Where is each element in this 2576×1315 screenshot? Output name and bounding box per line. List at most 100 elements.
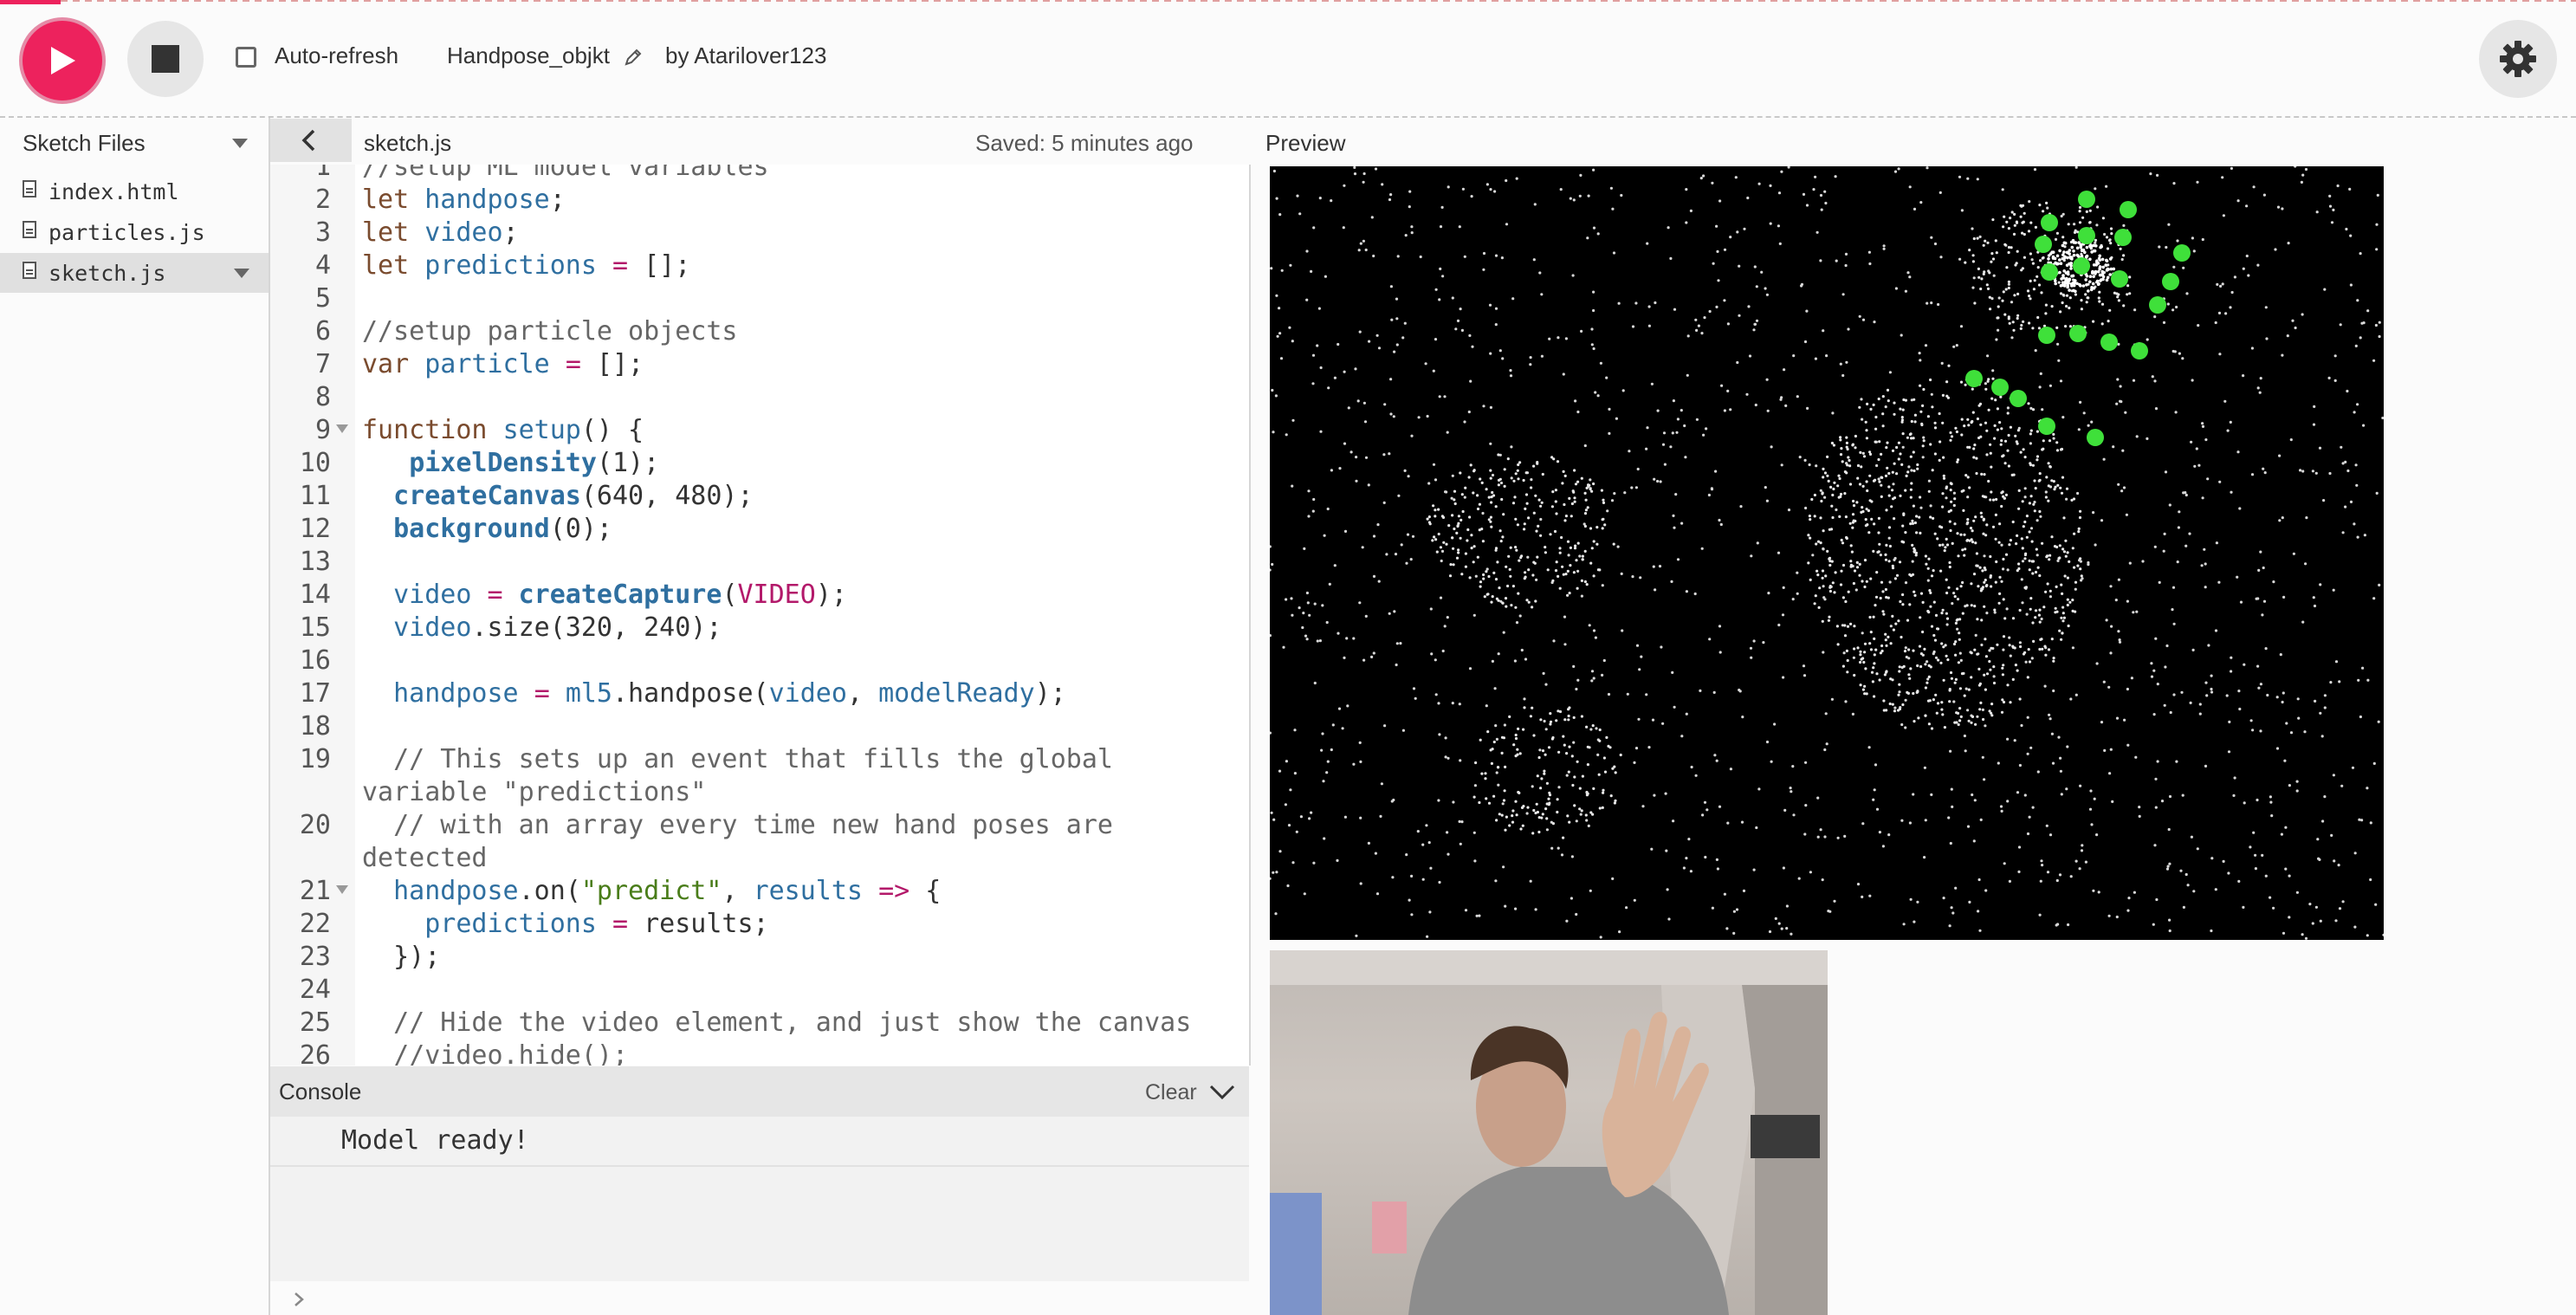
particle [1510, 445, 1513, 449]
particle [2182, 266, 2185, 269]
collapse-sidebar-button[interactable] [270, 119, 352, 162]
particle [1816, 835, 1820, 839]
particle [1958, 719, 1962, 722]
particle [1844, 599, 1848, 604]
particle [1403, 469, 1407, 472]
particle [2047, 499, 2050, 502]
particle [1963, 734, 1966, 738]
particle [1491, 490, 1494, 495]
particle [1271, 388, 1274, 392]
particle [1901, 593, 1905, 597]
particle [1457, 521, 1460, 525]
particle [2351, 766, 2355, 769]
particle [2106, 247, 2110, 250]
hand-keypoint [2120, 201, 2137, 218]
particle [1981, 569, 1984, 573]
chevron-down-icon[interactable] [1209, 1084, 1235, 1101]
preview-canvas[interactable] [1270, 166, 2384, 940]
code-editor[interactable]: 1 2 3 4 5 6 7 8 9 10 11 12 13 14 15 16 1… [270, 165, 1251, 1066]
auto-refresh-label[interactable]: Auto-refresh [275, 42, 398, 69]
particle [1601, 673, 1604, 677]
particle [1468, 515, 1472, 519]
particle [1573, 547, 1577, 550]
particle [2046, 871, 2050, 874]
particle [2009, 539, 2012, 542]
console-input[interactable] [270, 1281, 1249, 1315]
fold-marker-icon[interactable] [336, 424, 348, 433]
settings-button[interactable] [2479, 20, 2557, 98]
pencil-icon[interactable] [624, 48, 643, 67]
particle [2077, 241, 2081, 244]
particle [2030, 540, 2034, 543]
particle [2259, 683, 2262, 686]
particle [2012, 473, 2016, 476]
particle [1813, 602, 1816, 606]
file-item-index-html[interactable]: index.html [0, 172, 269, 211]
fold-marker-icon[interactable] [336, 885, 348, 894]
particle [2197, 324, 2200, 327]
particle [1715, 759, 1718, 762]
particle [1451, 702, 1454, 705]
particle [1888, 544, 1892, 548]
sketch-name[interactable]: Handpose_objkt [447, 42, 610, 69]
particle [1884, 638, 1887, 642]
particle [1887, 635, 1890, 639]
particle [1841, 293, 1845, 296]
chevron-down-icon[interactable] [232, 139, 248, 148]
particle [1589, 728, 1593, 731]
file-item-sketch-js[interactable]: sketch.js [0, 253, 269, 293]
particle [2085, 210, 2088, 213]
particle [1883, 673, 1887, 677]
particle [2017, 507, 2021, 510]
particle [1293, 729, 1297, 732]
particle [1581, 774, 1584, 778]
particle [1505, 605, 1508, 608]
play-button[interactable] [23, 21, 102, 100]
stop-button[interactable] [127, 21, 204, 97]
particle [1437, 508, 1440, 511]
particle [1503, 484, 1506, 488]
particle [1922, 439, 1926, 443]
particle [1576, 480, 1580, 483]
particle [1992, 274, 1996, 277]
particle [1822, 467, 1825, 470]
particle [1504, 904, 1507, 908]
particle [2233, 275, 2236, 279]
particle [1959, 658, 1963, 663]
particle [2112, 267, 2116, 271]
chevron-down-icon[interactable] [234, 269, 249, 278]
particle [2167, 827, 2171, 832]
particle [2030, 657, 2034, 660]
particle [1880, 476, 1883, 479]
particle [1864, 518, 1867, 521]
particle [1977, 667, 1981, 671]
console-clear-button[interactable]: Clear [1145, 1080, 1197, 1105]
author-label[interactable]: by Atarilover123 [665, 42, 826, 69]
particle [1940, 642, 1944, 645]
particle [1463, 420, 1466, 424]
particle [1946, 396, 1950, 399]
particle [1557, 336, 1560, 340]
particle [1978, 402, 1983, 405]
particle [2210, 857, 2214, 860]
particle [1592, 540, 1595, 543]
particle [2242, 374, 2245, 378]
particle [2149, 172, 2152, 176]
particle [2084, 278, 2087, 282]
particle [1592, 482, 1595, 486]
auto-refresh-checkbox[interactable] [236, 47, 256, 68]
particle [1653, 477, 1656, 481]
particle [2009, 217, 2012, 220]
particle [1984, 655, 1988, 658]
particle [2345, 227, 2348, 231]
particle [1878, 831, 1881, 834]
particle [1941, 713, 1945, 716]
particle [1831, 411, 1835, 415]
particle [1405, 853, 1408, 857]
particle [1699, 177, 1703, 180]
particle [2158, 580, 2161, 584]
particle [1893, 556, 1897, 560]
file-item-particles-js[interactable]: particles.js [0, 212, 269, 252]
particle [2361, 666, 2365, 670]
particle [1848, 464, 1852, 468]
